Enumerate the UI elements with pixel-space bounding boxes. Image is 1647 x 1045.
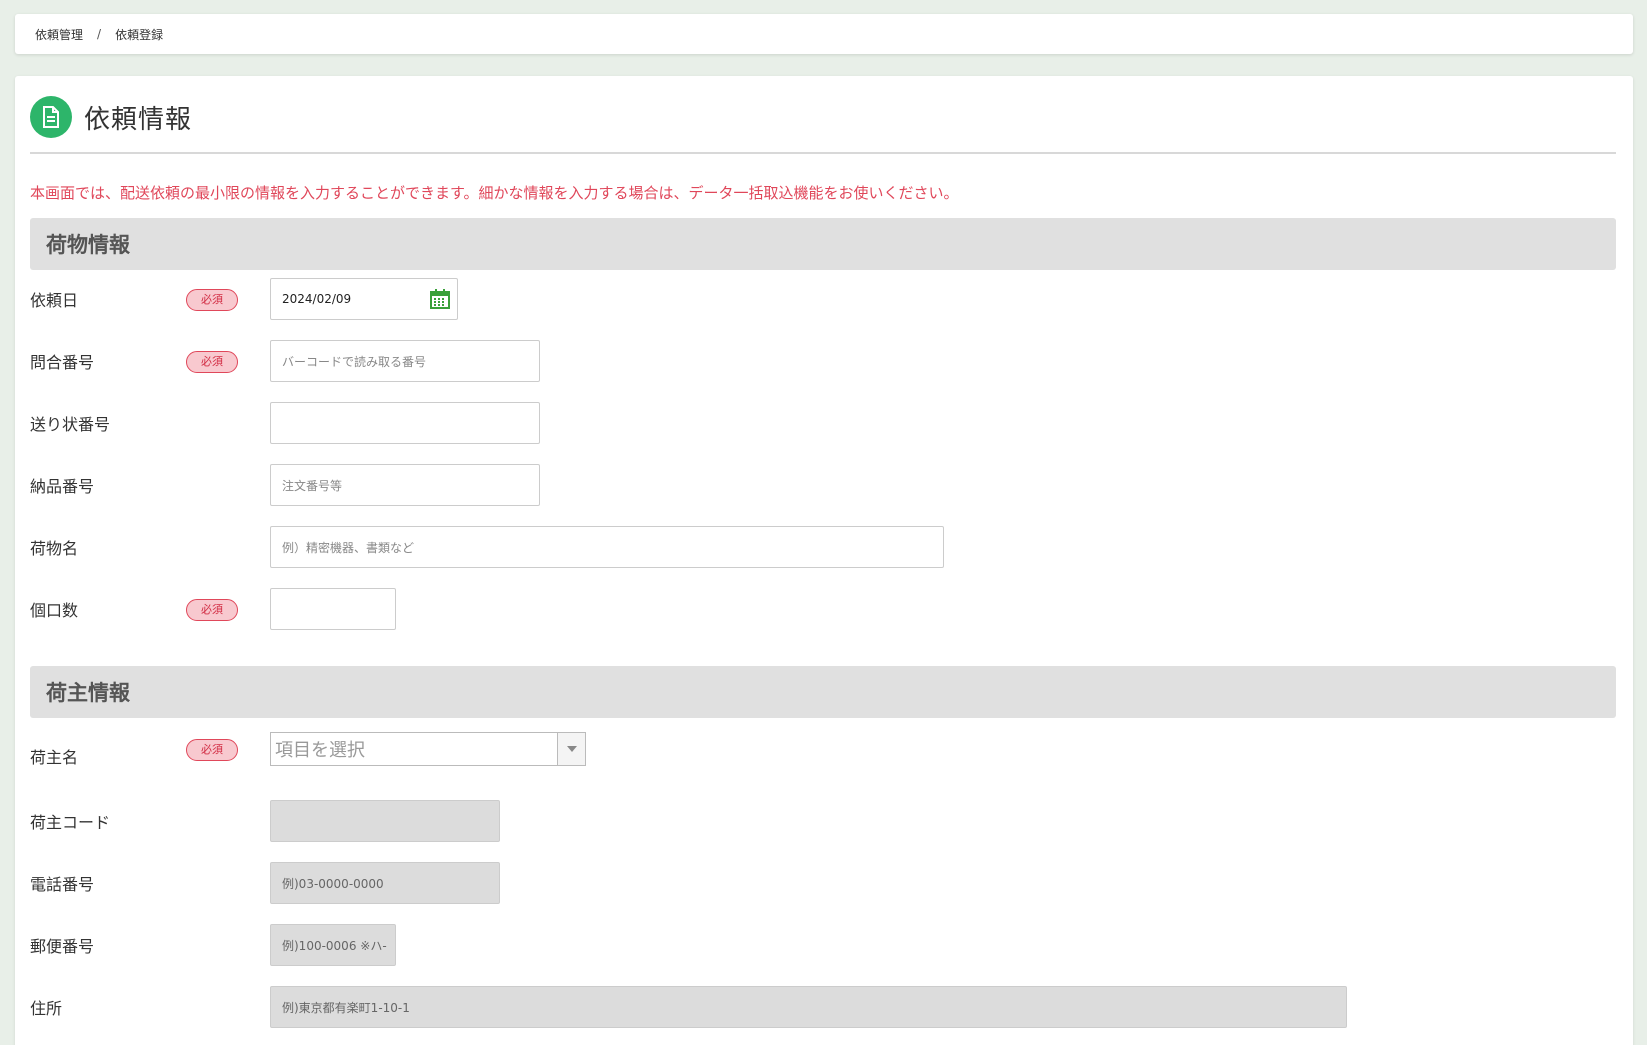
notice-text: 本画面では、配送依頼の最小限の情報を入力することができます。細かな情報を入力する… — [30, 184, 959, 202]
row-address: 住所 例)東京都有楽町1-10-1 — [30, 986, 1347, 1028]
shipper-code-label: 荷主コード — [30, 813, 111, 832]
delivery-no-input[interactable]: 注文番号等 — [270, 464, 540, 506]
row-shipper-code: 荷主コード — [30, 800, 500, 842]
row-delivery-no: 納品番号 注文番号等 — [30, 464, 540, 506]
address-label: 住所 — [30, 999, 63, 1018]
shipper-name-select-text: 項目を選択 — [275, 740, 365, 761]
phone-label: 電話番号 — [30, 875, 95, 894]
postal-label: 郵便番号 — [30, 937, 95, 956]
delivery-no-label: 納品番号 — [30, 477, 95, 496]
invoice-no-label: 送り状番号 — [30, 415, 111, 434]
row-inquiry-no: 問合番号 必須 バーコードで読み取る番号 — [30, 340, 540, 382]
row-pieces: 個口数 必須 — [30, 588, 396, 630]
row-shipper-name: 荷主名 必須 項目を選択 — [30, 728, 586, 770]
document-icon — [30, 96, 72, 138]
request-date-value: 2024/02/09 — [282, 292, 352, 306]
required-badge: 必須 — [186, 738, 238, 761]
breadcrumb: 依頼管理 / 依頼登録 — [15, 14, 1633, 54]
required-badge: 必須 — [186, 288, 238, 311]
chevron-down-icon[interactable] — [557, 733, 585, 765]
shipper-name-select[interactable]: 項目を選択 — [270, 732, 586, 766]
item-name-label: 荷物名 — [30, 539, 79, 558]
section-shipper-header: 荷主情報 — [30, 666, 1616, 718]
row-request-date: 依頼日 必須 2024/02/09 — [30, 278, 458, 320]
breadcrumb-separator: / — [97, 27, 102, 41]
item-name-input[interactable]: 例）精密機器、書類など — [270, 526, 944, 568]
row-postal: 郵便番号 例)100-0006 ※ハ- — [30, 924, 396, 966]
pieces-label: 個口数 — [30, 601, 79, 620]
required-badge: 必須 — [186, 598, 238, 621]
shipper-name-label: 荷主名 — [30, 748, 79, 767]
row-item-name: 荷物名 例）精密機器、書類など — [30, 526, 944, 568]
pieces-input[interactable] — [270, 588, 396, 630]
section-cargo-header: 荷物情報 — [30, 218, 1616, 270]
postal-input: 例)100-0006 ※ハ- — [270, 924, 396, 966]
page-header: 依頼情報 — [30, 94, 1616, 154]
breadcrumb-parent[interactable]: 依頼管理 — [35, 26, 83, 43]
main-panel: 依頼情報 本画面では、配送依頼の最小限の情報を入力することができます。細かな情報… — [15, 76, 1633, 1045]
required-badge: 必須 — [186, 350, 238, 373]
inquiry-no-input[interactable]: バーコードで読み取る番号 — [270, 340, 540, 382]
page-title: 依頼情報 — [84, 104, 193, 135]
phone-input: 例)03-0000-0000 — [270, 862, 500, 904]
address-input: 例)東京都有楽町1-10-1 — [270, 986, 1347, 1028]
inquiry-no-label: 問合番号 — [30, 353, 95, 372]
breadcrumb-current: 依頼登録 — [115, 27, 164, 42]
calendar-icon[interactable] — [429, 288, 451, 310]
shipper-code-input — [270, 800, 500, 842]
request-date-label: 依頼日 — [30, 291, 79, 310]
invoice-no-input[interactable] — [270, 402, 540, 444]
row-invoice-no: 送り状番号 — [30, 402, 540, 444]
row-phone: 電話番号 例)03-0000-0000 — [30, 862, 500, 904]
request-date-input[interactable]: 2024/02/09 — [270, 278, 458, 320]
